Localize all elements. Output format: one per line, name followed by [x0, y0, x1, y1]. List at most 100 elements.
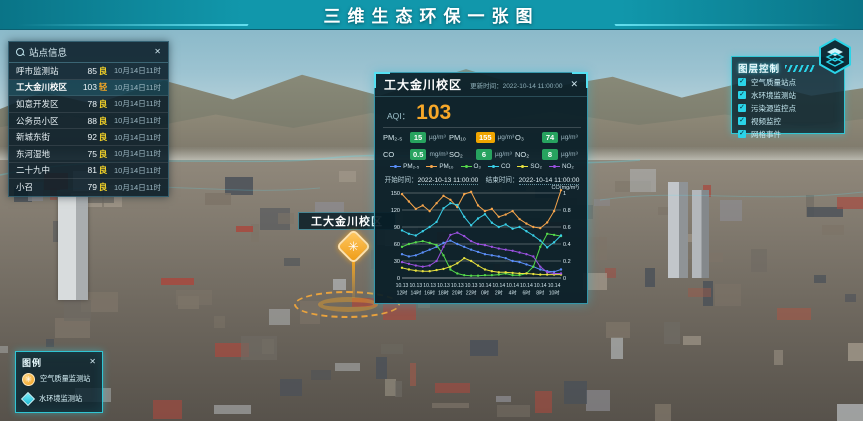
- layer-items: ✓空气质量站点✓水环境监测站✓污染源监控点✓视频监控✓网格事件: [738, 76, 838, 140]
- marker-highlight-ring-inner: [318, 297, 378, 312]
- legend-item[interactable]: NO₂: [549, 163, 574, 170]
- building-block: [311, 370, 331, 380]
- checkbox[interactable]: ✓: [738, 117, 746, 125]
- building-block: [0, 346, 8, 353]
- station-aqi-level: 良: [97, 98, 109, 110]
- svg-text:10.13: 10.13: [409, 283, 422, 289]
- svg-text:0: 0: [397, 276, 400, 282]
- station-rows: 呼市监测站85良10月14日11时工大金川校区103轻10月14日11时如意开发…: [9, 63, 168, 196]
- time-range-row: 开始时间：2022-10-13 11:00:00 结束时间：2022-10-14…: [375, 174, 589, 184]
- station-row[interactable]: 小召79良10月14日11时: [9, 179, 168, 196]
- svg-text:30: 30: [394, 259, 400, 265]
- building-block: [777, 308, 811, 320]
- station-row[interactable]: 新城东街92良10月14日11时: [9, 129, 168, 146]
- legend-marker: [426, 165, 437, 168]
- building-block: [645, 268, 655, 287]
- layer-label: 网格事件: [751, 129, 781, 140]
- legend-item[interactable]: CO: [488, 163, 510, 170]
- building-block: [381, 344, 403, 354]
- layer-item[interactable]: ✓水环境监测站: [738, 89, 838, 101]
- svg-text:0.6: 0.6: [563, 225, 571, 231]
- app-root: { "title_bar": { "title": "三维生态环保一张图" },…: [0, 0, 863, 421]
- station-name: 公务员小区: [16, 115, 75, 127]
- pollutant-cell: O₃74µg/m³: [515, 131, 581, 144]
- legend-item[interactable]: O₃: [461, 163, 481, 170]
- building-block: [205, 193, 231, 205]
- highrise-building: [692, 190, 709, 278]
- pollutant-unit: µg/m³: [429, 134, 446, 141]
- station-aqi: 85: [75, 66, 97, 76]
- legend-marker: [461, 165, 472, 168]
- building-block: [496, 396, 511, 402]
- station-name: 小召: [16, 181, 75, 193]
- close-icon[interactable]: ✕: [154, 48, 161, 56]
- title-bar: 三维生态环保一张图: [0, 0, 863, 30]
- checkbox[interactable]: ✓: [738, 104, 746, 112]
- station-name: 工大金川校区: [16, 81, 75, 93]
- station-name: 呼市监测站: [16, 65, 75, 77]
- station-update-time: 10月14日11时: [109, 182, 161, 193]
- station-aqi-level: 良: [97, 164, 109, 176]
- pollutant-name: O₃: [515, 133, 539, 142]
- start-time-label: 开始时间：: [385, 177, 418, 184]
- divider: [383, 127, 581, 128]
- station-row[interactable]: 东河湿地75良10月14日11时: [9, 146, 168, 163]
- layer-label: 视频监控: [751, 116, 781, 127]
- station-row[interactable]: 工大金川校区103轻10月14日11时: [9, 80, 168, 97]
- layer-item[interactable]: ✓ 空气质量站点: [738, 76, 838, 88]
- update-time: 更新时间：2022-10-14 11:00:00: [470, 80, 562, 90]
- station-row[interactable]: 呼市监测站85良10月14日11时: [9, 63, 168, 80]
- checkbox[interactable]: ✓: [738, 91, 746, 99]
- station-panel-title: 站点信息: [29, 45, 149, 59]
- legend-item[interactable]: PM₁₀: [426, 163, 453, 170]
- station-aqi: 75: [75, 149, 97, 159]
- landmark-tower: [58, 196, 88, 300]
- station-aqi: 81: [75, 165, 97, 175]
- pollutant-unit: µg/m³: [498, 134, 515, 141]
- station-aqi-level: 良: [97, 131, 109, 143]
- layer-item[interactable]: ✓ 网格事件: [738, 128, 838, 140]
- station-row[interactable]: 二十九中81良10月14日11时: [9, 163, 168, 180]
- popup-header: 工大金川校区 更新时间：2022-10-14 11:00:00 ✕: [375, 73, 587, 97]
- legend-label: O₃: [474, 163, 481, 170]
- close-icon[interactable]: ✕: [570, 79, 578, 90]
- checkbox[interactable]: ✓: [738, 78, 746, 86]
- svg-text:10.14: 10.14: [534, 283, 547, 289]
- building-block: [284, 258, 300, 266]
- chart-legend: PM₂.₅ PM₁₀ O₃ CO SO₂ NO₂: [375, 163, 589, 170]
- pollutant-name: PM₂.₅: [383, 133, 407, 142]
- building-block: [837, 197, 863, 209]
- svg-text:10.13: 10.13: [451, 283, 464, 289]
- station-update-time: 10月14日11时: [109, 148, 161, 159]
- pollutant-name: NO₂: [515, 150, 539, 159]
- pollutant-unit: µg/m³: [561, 134, 578, 141]
- station-row[interactable]: 公务员小区88良10月14日11时: [9, 113, 168, 130]
- layer-item[interactable]: ✓ 视频监控: [738, 115, 838, 127]
- pollutant-cell: CO0.5mg/m³: [383, 148, 449, 161]
- svg-text:2时: 2时: [495, 290, 503, 297]
- layer-panel-title: 图层控制: [738, 61, 780, 75]
- legend-item[interactable]: PM₂.₅: [390, 163, 419, 170]
- layer-item[interactable]: ✓污染源监控点: [738, 102, 838, 114]
- search-icon[interactable]: [16, 48, 24, 56]
- svg-text:10时: 10时: [549, 290, 560, 297]
- layer-label: 空气质量站点: [751, 77, 796, 88]
- pollutant-value-badge: 0.5: [410, 149, 426, 160]
- legend-item[interactable]: SO₂: [517, 163, 542, 170]
- station-row[interactable]: 如意开发区78良10月14日11时: [9, 96, 168, 113]
- end-time-label: 结束时间：: [486, 177, 519, 184]
- building-block: [214, 316, 225, 328]
- checkbox[interactable]: ✓: [738, 130, 746, 138]
- svg-text:4时: 4时: [509, 290, 517, 297]
- highrise-building: [668, 182, 688, 278]
- legend-label: 空气质量监测站: [40, 374, 90, 384]
- svg-text:CO(mg/m³): CO(mg/m³): [552, 185, 580, 191]
- close-icon[interactable]: ✕: [89, 358, 96, 366]
- station-panel-header: 站点信息 ✕: [9, 42, 168, 63]
- svg-text:18时: 18时: [438, 290, 449, 297]
- layers-hexagon-button[interactable]: [818, 38, 852, 74]
- legend-item: 水环境监测站: [22, 390, 96, 408]
- station-aqi-level: 良: [97, 181, 109, 193]
- fan-icon: ✳: [348, 240, 359, 253]
- building-block: [751, 249, 767, 272]
